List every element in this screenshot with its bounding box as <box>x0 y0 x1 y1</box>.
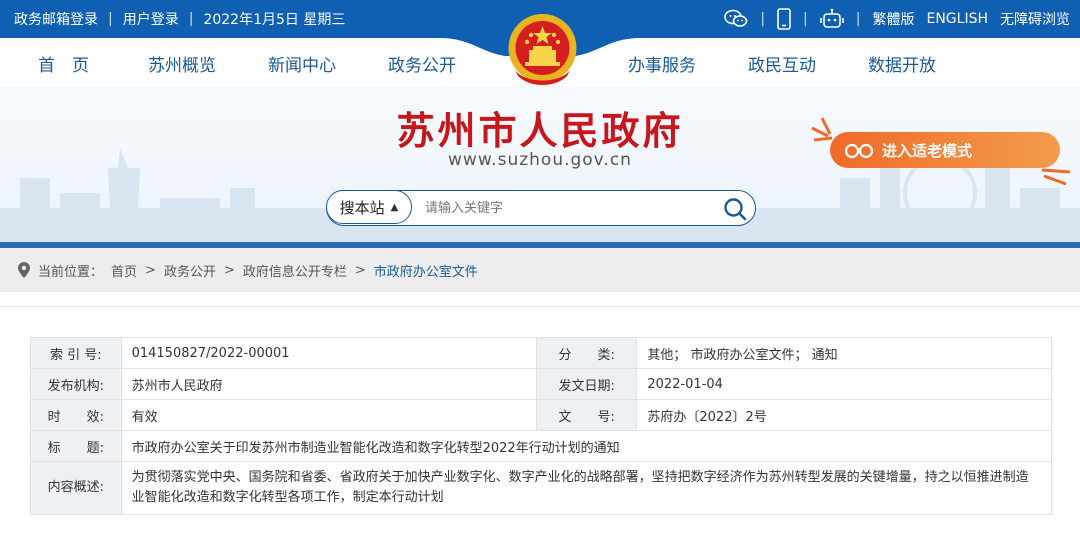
wechat-icon[interactable] <box>724 8 748 30</box>
separator: | <box>855 11 861 27</box>
breadcrumb-current[interactable]: 市政府办公室文件 <box>374 261 478 280</box>
separator: | <box>108 11 113 27</box>
breadcrumb-gov-affairs[interactable]: 政务公开 <box>164 261 216 280</box>
breadcrumb: 当前位置： 首页 > 政务公开 > 政府信息公开专栏 > 市政府办公室文件 <box>0 248 1080 292</box>
summary-label: 内容概述: <box>30 461 122 515</box>
title-value: 市政府办公室关于印发苏州市制造业智能化改造和数字化转型2022年行动计划的通知 <box>120 430 1053 462</box>
index-label: 索 引 号: <box>30 337 122 369</box>
robot-icon[interactable] <box>819 8 844 30</box>
burst-decoration-icon <box>1041 168 1071 186</box>
summary-value: 为贯彻落实党中央、国务院和省委、省政府关于加快产业数字化、数字产业化的战略部署，… <box>120 461 1053 515</box>
document-info-panel: 索 引 号: 014150827/2022-00001 分 类: 其他； 市政府… <box>0 306 1080 541</box>
search-icon[interactable] <box>723 197 747 221</box>
traditional-chinese-link[interactable]: 繁體版 <box>872 9 914 29</box>
date-label: 发文日期: <box>535 368 638 400</box>
mailbox-login-link[interactable]: 政务邮箱登录 <box>14 9 98 29</box>
nav-item-overview[interactable]: 苏州概览 <box>148 51 216 76</box>
table-row: 发布机构: 苏州市人民政府 发文日期: 2022-01-04 <box>30 368 1052 400</box>
senior-mode-label: 进入适老模式 <box>882 142 973 160</box>
user-login-link[interactable]: 用户登录 <box>123 9 179 29</box>
category-label: 分 类: <box>535 337 638 369</box>
current-date: 2022年1月5日 星期三 <box>203 12 346 28</box>
separator: | <box>803 11 808 27</box>
mobile-icon[interactable] <box>777 8 791 30</box>
doc-number-label: 文 号: <box>535 399 638 431</box>
caret-up-icon: ▲ <box>390 201 399 213</box>
index-value: 014150827/2022-00001 <box>120 337 537 369</box>
validity-label: 时 效: <box>30 399 122 431</box>
nav-item-interaction[interactable]: 政民互动 <box>748 51 816 76</box>
top-bar-right: | | | 繁體版 ENGLISH 无障碍浏览 <box>724 0 1070 38</box>
senior-mode-button[interactable]: 进入适老模式 <box>830 132 1060 168</box>
title-label: 标 题: <box>30 430 122 462</box>
search-scope-label: 搜本站 <box>339 198 385 217</box>
search-box: 搜本站 ▲ <box>326 190 756 226</box>
top-bar-left: 政务邮箱登录 | 用户登录 | 2022年1月5日 星期三 <box>14 0 345 38</box>
breadcrumb-home[interactable]: 首页 <box>111 261 137 280</box>
breadcrumb-label: 当前位置： <box>38 264 104 280</box>
breadcrumb-separator: > <box>354 262 366 278</box>
search-scope-select[interactable]: 搜本站 ▲ <box>326 190 412 224</box>
table-row: 索 引 号: 014150827/2022-00001 分 类: 其他； 市政府… <box>30 337 1052 369</box>
separator: | <box>760 11 766 27</box>
validity-value: 有效 <box>120 399 537 431</box>
nav-item-news[interactable]: 新闻中心 <box>268 51 336 76</box>
publisher-label: 发布机构: <box>30 368 122 400</box>
nav-item-open-data[interactable]: 数据开放 <box>868 51 936 76</box>
breadcrumb-separator: > <box>223 262 235 278</box>
glasses-icon <box>844 143 874 159</box>
hero-banner: 苏州市人民政府 www.suzhou.gov.cn 进入适老模式 搜本站 ▲ <box>0 86 1080 248</box>
national-emblem-icon <box>505 10 580 90</box>
doc-number-value: 苏府办〔2022〕2号 <box>636 399 1052 431</box>
publisher-value: 苏州市人民政府 <box>120 368 537 400</box>
breadcrumb-info-column[interactable]: 政府信息公开专栏 <box>243 261 347 280</box>
nav-item-services[interactable]: 办事服务 <box>628 51 696 76</box>
nav-item-home[interactable]: 首 页 <box>38 51 89 76</box>
category-value: 其他； 市政府办公室文件； 通知 <box>636 337 1052 369</box>
separator: | <box>188 11 194 27</box>
date-value: 2022-01-04 <box>636 368 1052 400</box>
search-input[interactable] <box>423 197 717 219</box>
burst-decoration-icon <box>811 117 833 142</box>
location-pin-icon <box>18 262 30 278</box>
table-row: 内容概述: 为贯彻落实党中央、国务院和省委、省政府关于加快产业数字化、数字产业化… <box>30 461 1053 515</box>
document-info-table: 索 引 号: 014150827/2022-00001 分 类: 其他； 市政府… <box>30 337 1053 515</box>
nav-item-gov-affairs[interactable]: 政务公开 <box>388 51 456 76</box>
accessible-browse-link[interactable]: 无障碍浏览 <box>1000 9 1070 29</box>
breadcrumb-separator: > <box>145 262 156 278</box>
english-link[interactable]: ENGLISH <box>926 11 988 27</box>
table-row: 时 效: 有效 文 号: 苏府办〔2022〕2号 <box>30 399 1052 431</box>
table-row: 标 题: 市政府办公室关于印发苏州市制造业智能化改造和数字化转型2022年行动计… <box>30 430 1053 462</box>
